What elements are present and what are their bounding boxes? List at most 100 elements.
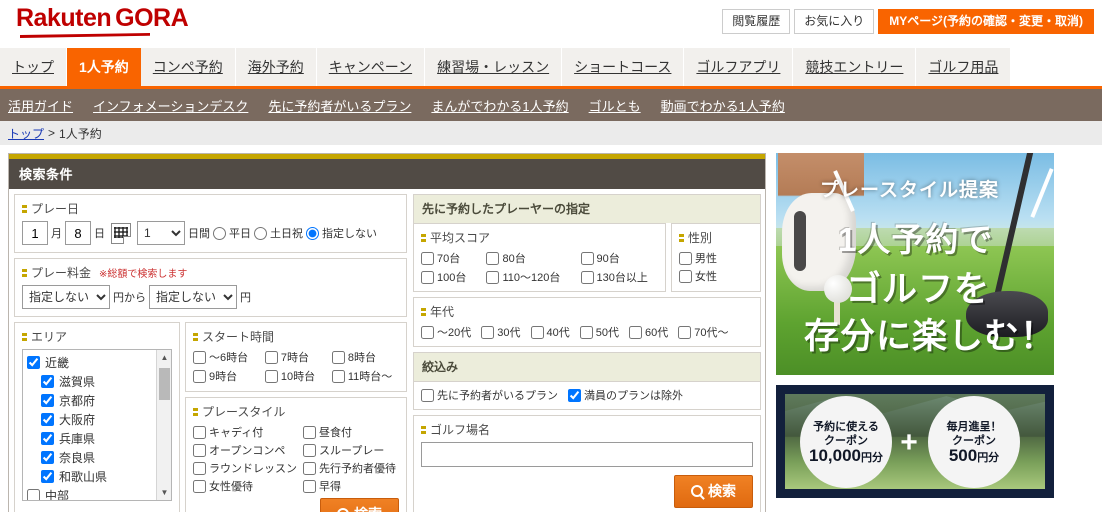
unspecified-radio-input[interactable] (306, 226, 319, 240)
weekend-radio[interactable]: 土日祝 (254, 225, 303, 241)
scroll-down-arrow-icon[interactable]: ▼ (157, 485, 171, 500)
scrollbar-thumb[interactable] (159, 368, 170, 400)
age-checkbox-40s[interactable] (530, 325, 544, 339)
avg-score-checkbox-80[interactable] (486, 251, 500, 265)
area-row[interactable]: 和歌山県 (25, 467, 169, 486)
area-checkbox-wakayama[interactable] (41, 470, 54, 483)
narrow-down-checkbox-exclude-full[interactable] (568, 388, 581, 402)
area-row[interactable]: 滋賀県 (25, 372, 169, 391)
gender-option[interactable]: 女性 (679, 268, 753, 284)
avg-score-option[interactable]: 130台以上 (580, 269, 659, 285)
start-time-checkbox-7[interactable] (264, 350, 278, 364)
start-time-checkbox-9[interactable] (193, 369, 206, 383)
avg-score-option[interactable]: 80台 (486, 250, 570, 266)
banner-coupon[interactable]: 予約に使える クーポン 10,000円分 + 毎月進呈！ クーポン 500円分 (776, 385, 1054, 498)
play-style-option[interactable]: オープンコンペ (193, 442, 297, 458)
play-style-checkbox-early[interactable] (303, 479, 316, 493)
nav-tab-competition-entry[interactable]: 競技エントリー (793, 48, 917, 86)
play-style-checkbox-priority[interactable] (303, 461, 316, 475)
play-style-option[interactable]: 早得 (303, 478, 399, 494)
play-style-option[interactable]: 女性優待 (193, 478, 297, 494)
avg-score-option[interactable]: 90台 (580, 250, 659, 266)
weekend-radio-input[interactable] (254, 226, 267, 240)
subnav-link-golutomo[interactable]: ゴルとも (589, 96, 641, 115)
area-checkbox-kyoto[interactable] (41, 394, 54, 407)
age-checkbox-30s[interactable] (481, 325, 495, 339)
nav-tab-campaign[interactable]: キャンペーン (316, 48, 426, 86)
area-checkbox-osaka[interactable] (41, 413, 54, 426)
start-time-option[interactable]: 8時台 (331, 349, 399, 365)
history-button[interactable]: 閲覧履歴 (722, 9, 791, 34)
unspecified-radio[interactable]: 指定しない (306, 225, 377, 241)
age-option[interactable]: ～20代 (421, 324, 471, 340)
price-from-select[interactable]: 指定しない (22, 285, 110, 309)
avg-score-option[interactable]: 70台 (421, 250, 476, 266)
area-checkbox-shiga[interactable] (41, 375, 54, 388)
course-name-input[interactable] (421, 442, 753, 467)
gender-option[interactable]: 男性 (679, 250, 753, 266)
age-option[interactable]: 30代 (481, 324, 521, 340)
month-input[interactable] (22, 221, 48, 245)
play-style-option[interactable]: 昼食付 (303, 424, 399, 440)
nav-tab-golf-app[interactable]: ゴルフアプリ (684, 48, 794, 86)
breadcrumb-home[interactable]: トップ (8, 125, 44, 142)
area-checkbox-chubu[interactable] (27, 489, 40, 500)
area-row[interactable]: 近畿 (25, 353, 169, 372)
age-option[interactable]: 40代 (530, 324, 570, 340)
narrow-down-checkbox-existing-players[interactable] (421, 388, 434, 402)
play-style-option[interactable]: ラウンドレッスン (193, 460, 297, 476)
narrow-down-option[interactable]: 先に予約者がいるプラン (421, 387, 558, 403)
play-style-option[interactable]: スループレー (303, 442, 399, 458)
age-checkbox-under20[interactable] (421, 325, 434, 339)
age-option[interactable]: 50代 (579, 324, 619, 340)
mypage-button[interactable]: MYページ(予約の確認・変更・取消) (878, 9, 1094, 34)
gender-checkbox-female[interactable] (679, 269, 692, 283)
days-count-select[interactable]: 1 (137, 221, 185, 245)
start-time-option[interactable]: 10時台 (264, 368, 322, 384)
start-time-option[interactable]: 7時台 (264, 349, 322, 365)
start-time-option[interactable]: 9時台 (193, 368, 255, 384)
area-list[interactable]: 近畿 滋賀県 京都府 大阪府 兵庫県 奈良県 和歌山県 中部 ▲ ▼ (22, 349, 172, 501)
age-option[interactable]: 60代 (629, 324, 668, 340)
search-button-left[interactable]: 検索 (320, 498, 399, 512)
start-time-checkbox-10[interactable] (264, 369, 278, 383)
play-style-option[interactable]: キャディ付 (193, 424, 297, 440)
subnav-link-info-desk[interactable]: インフォメーションデスク (93, 96, 248, 115)
area-row[interactable]: 兵庫県 (25, 429, 169, 448)
play-style-checkbox-caddy[interactable] (193, 425, 206, 439)
avg-score-option[interactable]: 110～120台 (486, 269, 570, 285)
nav-tab-golf-goods[interactable]: ゴルフ用品 (916, 48, 1012, 86)
calendar-icon[interactable] (111, 222, 131, 244)
day-input[interactable] (65, 221, 91, 245)
nav-tab-practice-lesson[interactable]: 練習場・レッスン (425, 48, 563, 86)
age-checkbox-50s[interactable] (579, 325, 593, 339)
narrow-down-option[interactable]: 満員のプランは除外 (568, 387, 683, 403)
nav-tab-top[interactable]: トップ (0, 48, 67, 86)
area-checkbox-nara[interactable] (41, 451, 54, 464)
avg-score-checkbox-70[interactable] (421, 251, 434, 265)
avg-score-checkbox-130plus[interactable] (580, 270, 594, 284)
play-style-checkbox-ladies[interactable] (193, 479, 206, 493)
age-checkbox-70plus[interactable] (678, 325, 692, 339)
subnav-link-existing-players[interactable]: 先に予約者がいるプラン (268, 96, 411, 115)
area-row[interactable]: 大阪府 (25, 410, 169, 429)
area-row[interactable]: 奈良県 (25, 448, 169, 467)
gender-checkbox-male[interactable] (679, 251, 692, 265)
subnav-link-guide[interactable]: 活用ガイド (8, 96, 73, 115)
price-to-select[interactable]: 指定しない (149, 285, 237, 309)
area-checkbox-kinki[interactable] (27, 356, 40, 369)
start-time-checkbox-11[interactable] (331, 369, 345, 383)
area-list-scrollbar[interactable]: ▲ ▼ (156, 350, 171, 500)
nav-tab-compe-booking[interactable]: コンペ予約 (140, 48, 236, 86)
area-checkbox-hyogo[interactable] (41, 432, 54, 445)
weekday-radio[interactable]: 平日 (213, 225, 251, 241)
area-row[interactable]: 京都府 (25, 391, 169, 410)
avg-score-checkbox-100[interactable] (421, 270, 434, 284)
age-checkbox-60s[interactable] (629, 325, 642, 339)
start-time-checkbox-before6[interactable] (193, 350, 206, 364)
avg-score-checkbox-110-120[interactable] (486, 270, 500, 284)
play-style-checkbox-lunch[interactable] (303, 425, 316, 439)
search-button-right[interactable]: 検索 (674, 475, 753, 508)
start-time-option[interactable]: 11時台～ (331, 368, 399, 384)
play-style-checkbox-open-compe[interactable] (193, 443, 206, 457)
